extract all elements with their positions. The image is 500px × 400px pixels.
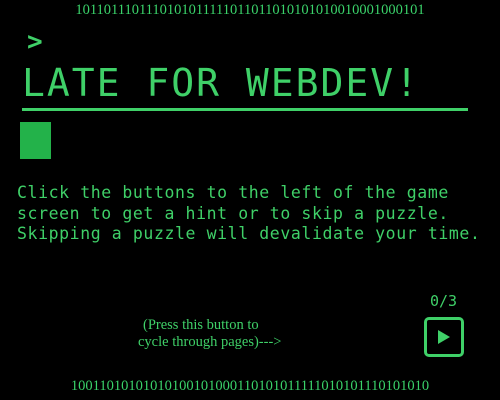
- blinking-cursor: [20, 122, 51, 159]
- play-icon: [437, 329, 451, 345]
- cycle-hint-line-2: cycle through pages)--->: [138, 333, 282, 350]
- next-page-button[interactable]: [424, 317, 464, 357]
- cycle-hint: (Press this button to cycle through page…: [138, 317, 368, 350]
- page-counter: 0/3: [430, 292, 458, 310]
- binary-border-top: 1011011101110101011111011011010101010010…: [75, 2, 425, 18]
- prompt-caret: >: [27, 27, 43, 57]
- cycle-hint-line-1: (Press this button to: [143, 317, 259, 333]
- page-title: LATE FOR WEBDEV!: [22, 60, 468, 111]
- binary-border-bottom: 1001101010101010010100011010101111101010…: [70, 378, 430, 394]
- instructions-text: Click the buttons to the left of the gam…: [17, 183, 481, 243]
